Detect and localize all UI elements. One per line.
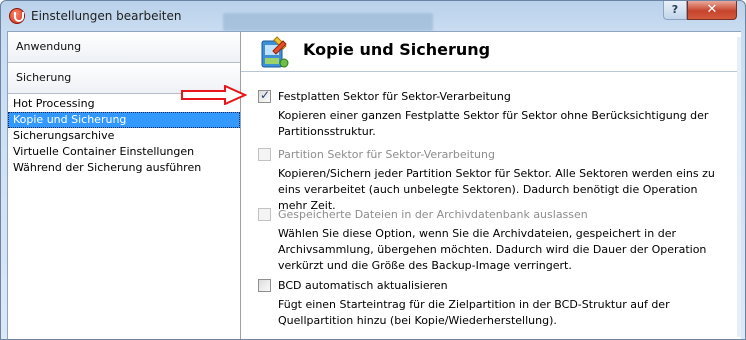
nav-group-anwendung[interactable]: Anwendung — [8, 32, 240, 63]
partition-sektor-checkbox[interactable] — [258, 148, 271, 161]
nav-item-list: Hot Processing Kopie und Sicherung Siche… — [8, 96, 240, 176]
bcd-aktualisieren-label[interactable]: BCD automatisch aktualisieren — [278, 279, 448, 292]
close-button[interactable]: ✕ — [687, 1, 737, 20]
window-edge-strip — [737, 37, 741, 337]
nav-item-kopie-und-sicherung[interactable]: Kopie und Sicherung — [8, 112, 240, 128]
gespeicherte-dateien-checkbox[interactable] — [258, 208, 271, 221]
nav-item-sicherungsarchive[interactable]: Sicherungsarchive — [8, 128, 240, 144]
window-title: Einstellungen bearbeiten — [31, 9, 182, 23]
gespeicherte-dateien-description: Wählen Sie diese Option, wenn Sie die Ar… — [278, 227, 707, 272]
nav-item-waehrend-der-sicherung[interactable]: Während der Sicherung ausführen — [8, 160, 240, 176]
settings-content: Kopie und Sicherung ✓ Festplatten Sektor… — [241, 32, 741, 339]
settings-window: Einstellungen bearbeiten ? ✕ Anwendung S… — [0, 0, 746, 340]
nav-item-virtuelle-container[interactable]: Virtuelle Container Einstellungen — [8, 144, 240, 160]
title-bar[interactable]: Einstellungen bearbeiten ? ✕ — [1, 1, 745, 31]
help-button[interactable]: ? — [663, 1, 687, 20]
page-header: Kopie und Sicherung — [241, 32, 741, 72]
gespeicherte-dateien-label[interactable]: Gespeicherte Dateien in der Archivdatenb… — [278, 208, 588, 221]
page-title: Kopie und Sicherung — [303, 40, 491, 59]
backup-tools-icon — [261, 36, 289, 68]
checkmark-icon: ✓ — [260, 88, 271, 102]
partition-sektor-description: Kopieren/Sichern jeder Partition Sektor … — [278, 167, 715, 212]
festplatten-sektor-checkbox[interactable]: ✓ — [258, 88, 271, 103]
background-window-tab — [223, 13, 433, 31]
dialog-client-area: Anwendung Sicherung Hot Processing Kopie… — [7, 31, 741, 339]
red-arrow-icon — [181, 85, 247, 105]
bcd-aktualisieren-description: Fügt einen Starteintrag für die Zielpart… — [278, 298, 670, 327]
festplatten-sektor-description: Kopieren einer ganzen Festplatte Sektor … — [278, 109, 709, 138]
partition-sektor-label[interactable]: Partition Sektor für Sektor-Verarbeitung — [278, 148, 495, 161]
festplatten-sektor-label[interactable]: Festplatten Sektor für Sektor-Verarbeitu… — [278, 90, 511, 103]
app-logo-icon — [9, 8, 25, 24]
settings-navigation: Anwendung Sicherung Hot Processing Kopie… — [8, 32, 241, 339]
bcd-aktualisieren-checkbox[interactable] — [258, 279, 271, 292]
